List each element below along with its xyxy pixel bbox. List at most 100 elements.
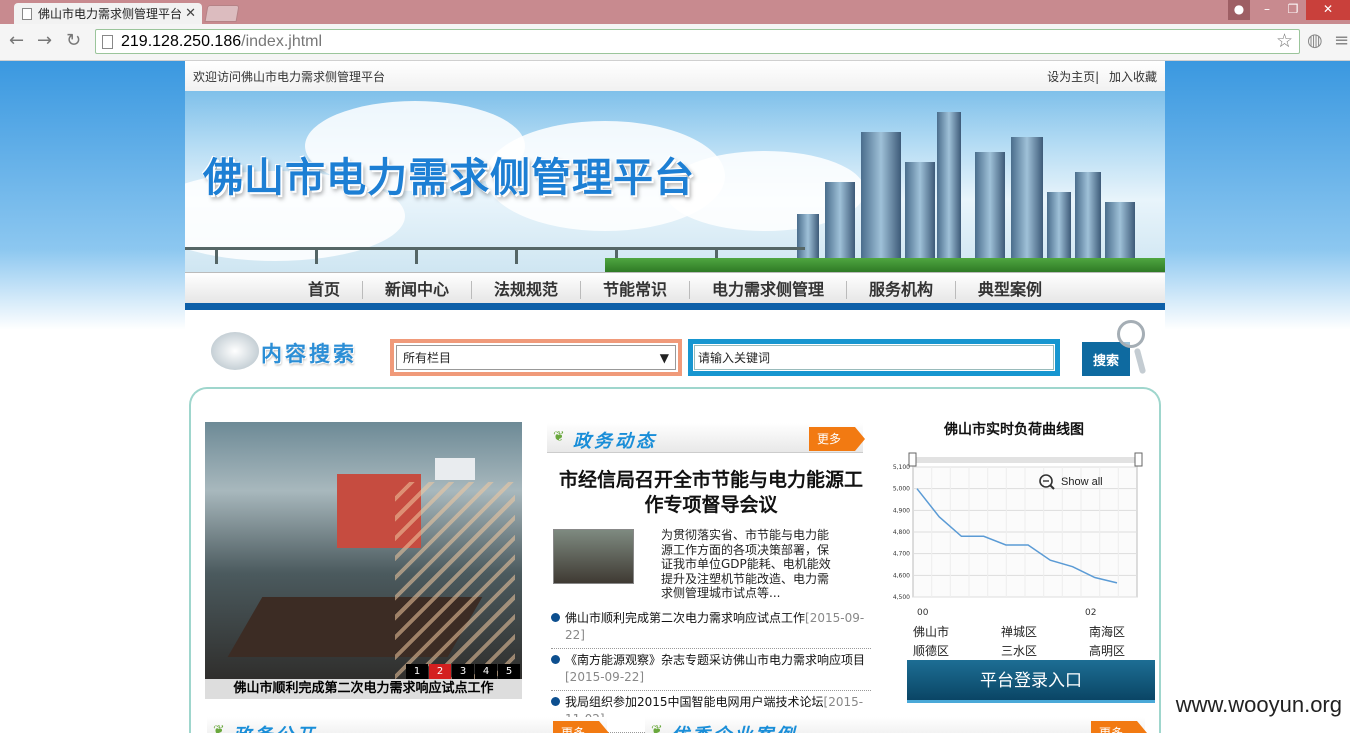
- news-item-date: [2015-09-22]: [565, 670, 645, 684]
- news-headline[interactable]: 市经信局召开全市节能与电力能源工作专项督导会议: [553, 468, 869, 518]
- window-controls: ● – ❐ ✕: [1228, 0, 1350, 20]
- minimize-icon[interactable]: –: [1254, 0, 1280, 20]
- slide-page-3[interactable]: 3: [452, 664, 474, 680]
- site-banner: 佛山市电力需求侧管理平台: [185, 91, 1165, 272]
- range-slider-track[interactable]: [913, 457, 1137, 463]
- enterprise-cases-more[interactable]: 更多: [1091, 721, 1147, 733]
- region-nanhai[interactable]: 南海区: [1089, 623, 1177, 640]
- building: [1011, 137, 1043, 272]
- decorative-stripes: [395, 482, 515, 682]
- region-gaoming[interactable]: 高明区: [1089, 642, 1177, 659]
- news-list: 佛山市顺利完成第二次电力需求响应试点工作[2015-09-22] 《南方能源观察…: [551, 607, 871, 733]
- content-panel: 1 2 3 4 5 佛山市顺利完成第二次电力需求响应试点工作 ❦ 政务动态 更多…: [189, 387, 1161, 733]
- nav-item-energy-tips[interactable]: 节能常识: [581, 281, 690, 299]
- slide-page-5[interactable]: 5: [498, 664, 520, 680]
- slideshow[interactable]: 1 2 3 4 5: [205, 422, 522, 697]
- slide-caption[interactable]: 佛山市顺利完成第二次电力需求响应试点工作: [205, 679, 522, 699]
- platform-login-button[interactable]: 平台登录入口: [907, 660, 1155, 703]
- news-section-title: 政务动态: [573, 431, 657, 452]
- nav-item-cases[interactable]: 典型案例: [956, 281, 1064, 299]
- news-more-button[interactable]: 更多: [809, 427, 865, 451]
- top-strip: 欢迎访问佛山市电力需求侧管理平台 设为主页| 加入收藏: [185, 61, 1165, 91]
- enterprise-cases-title: 优秀企业案例: [671, 721, 797, 733]
- grass: [605, 258, 1165, 272]
- browser-toolbar: ← → ↻ 219.128.250.186/index.jhtml ☆ ◍ ≡: [0, 24, 1350, 61]
- keyword-box: [688, 339, 1060, 376]
- list-item[interactable]: 佛山市顺利完成第二次电力需求响应试点工作[2015-09-22]: [551, 607, 871, 649]
- site-container: 欢迎访问佛山市电力需求侧管理平台 设为主页| 加入收藏 佛山市电力需求侧管理平台…: [185, 61, 1165, 733]
- reload-icon[interactable]: ↻: [66, 30, 81, 51]
- menu-icon[interactable]: ≡: [1334, 30, 1349, 51]
- building: [975, 152, 1005, 272]
- browser-tab[interactable]: 佛山市电力需求侧管理平台 ✕: [14, 3, 202, 24]
- category-selected: 所有栏目: [403, 351, 452, 365]
- tab-title: 佛山市电力需求侧管理平台: [38, 7, 182, 21]
- region-shunde[interactable]: 顺德区: [913, 642, 1001, 659]
- range-handle-left[interactable]: [908, 452, 917, 467]
- y-tick-label: 4,500: [893, 594, 910, 601]
- y-tick-label: 5,100: [893, 464, 910, 471]
- nav-item-service[interactable]: 服务机构: [847, 281, 957, 299]
- building: [905, 162, 935, 272]
- region-foshan[interactable]: 佛山市: [913, 623, 1001, 640]
- page-info-icon: [102, 34, 113, 49]
- maximize-icon[interactable]: ❐: [1280, 0, 1306, 20]
- search-logo: 内容搜索: [211, 326, 371, 374]
- set-home-link[interactable]: 设为主页: [1047, 70, 1095, 84]
- leaf-icon: ❦: [553, 429, 565, 445]
- chart-title: 佛山市实时负荷曲线图: [944, 422, 1084, 438]
- bridge-post: [415, 248, 418, 264]
- new-tab-button[interactable]: [204, 5, 240, 22]
- url-host: 219.128.250.186: [121, 32, 242, 50]
- slide-pager: 1 2 3 4 5: [405, 664, 520, 680]
- forward-icon[interactable]: →: [37, 30, 52, 51]
- search-row: 内容搜索 所有栏目 ▼ 搜索: [185, 310, 1165, 382]
- public-affairs-more[interactable]: 更多: [553, 721, 609, 733]
- news-item-title[interactable]: 佛山市顺利完成第二次电力需求响应试点工作: [565, 611, 805, 625]
- public-affairs-title: 政务公开: [233, 721, 317, 733]
- public-affairs-header: ❦ 政务公开 更多: [207, 717, 609, 733]
- nav-item-home[interactable]: 首页: [286, 281, 363, 299]
- region-sanshui[interactable]: 三水区: [1001, 642, 1089, 659]
- magnifier-icon: [1113, 320, 1151, 380]
- nav-item-regulations[interactable]: 法规规范: [472, 281, 581, 299]
- bridge-post: [315, 248, 318, 264]
- y-axis-ticks: 4,500 4,600 4,700 4,800 4,900 5,000 5,100: [893, 464, 910, 601]
- user-icon[interactable]: ●: [1228, 0, 1250, 20]
- slide-page-1[interactable]: 1: [406, 664, 428, 680]
- y-tick-label: 4,900: [893, 507, 910, 514]
- nav-item-news[interactable]: 新闻中心: [363, 281, 472, 299]
- show-all-button[interactable]: Show all: [1061, 476, 1103, 488]
- keyword-input[interactable]: [694, 345, 1054, 370]
- category-select[interactable]: 所有栏目 ▼: [390, 339, 682, 376]
- watermark: www.wooyun.org: [1175, 692, 1342, 717]
- leaf-icon: ❦: [651, 723, 663, 733]
- range-handle-right[interactable]: [1134, 452, 1143, 467]
- add-favorite-link[interactable]: 加入收藏: [1109, 70, 1157, 84]
- x-axis-ticks: 00 02: [917, 608, 1096, 618]
- bookmark-star-icon[interactable]: ☆: [1276, 30, 1293, 53]
- globe-icon[interactable]: ◍: [1307, 30, 1323, 51]
- list-item[interactable]: 《南方能源观察》杂志专题采访佛山市电力需求响应项目 [2015-09-22]: [551, 649, 871, 691]
- news-thumbnail[interactable]: [553, 529, 634, 584]
- y-tick-label: 4,700: [893, 551, 910, 558]
- banner-title: 佛山市电力需求侧管理平台: [203, 155, 695, 201]
- news-item-title[interactable]: 《南方能源观察》杂志专题采访佛山市电力需求响应项目: [565, 653, 865, 667]
- close-tab-icon[interactable]: ✕: [185, 6, 196, 21]
- dropdown-arrow-icon[interactable]: ▼: [660, 351, 669, 365]
- region-chancheng[interactable]: 禅城区: [1001, 623, 1089, 640]
- page-icon: [22, 7, 32, 20]
- bridge-post: [515, 248, 518, 264]
- welcome-text: 欢迎访问佛山市电力需求侧管理平台: [193, 69, 386, 84]
- leaf-icon: ❦: [213, 723, 225, 733]
- browser-tab-bar: 佛山市电力需求侧管理平台 ✕ ● – ❐ ✕: [0, 0, 1350, 24]
- news-item-title[interactable]: 我局组织参加2015中国智能电网用户端技术论坛: [565, 695, 824, 709]
- search-logo-text: 内容搜索: [261, 342, 357, 366]
- address-bar[interactable]: 219.128.250.186/index.jhtml ☆: [95, 29, 1300, 54]
- back-icon[interactable]: ←: [9, 30, 24, 51]
- bullet-icon: [551, 613, 560, 622]
- close-window-icon[interactable]: ✕: [1306, 0, 1350, 20]
- slide-page-2[interactable]: 2: [429, 664, 451, 680]
- slide-page-4[interactable]: 4: [475, 664, 497, 680]
- nav-item-dsm[interactable]: 电力需求侧管理: [690, 281, 848, 299]
